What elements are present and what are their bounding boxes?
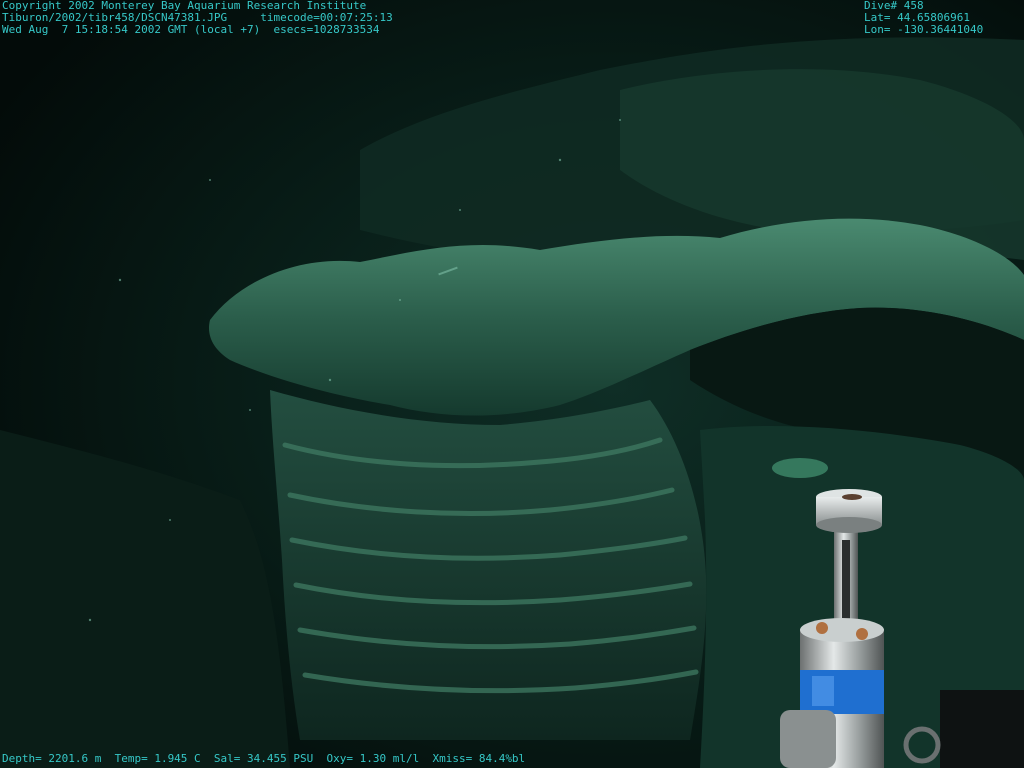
esecs-text: esecs=1028733534 xyxy=(273,23,380,36)
probe-cap-bottom xyxy=(816,517,882,533)
rov-frame-corner xyxy=(940,690,1024,768)
probe-grey-fitting xyxy=(780,710,836,768)
seafloor-scene xyxy=(0,0,1024,768)
probe-cap-hole xyxy=(842,494,862,500)
sensor-readout: Depth= 2201.6 m Temp= 1.945 C Sal= 34.45… xyxy=(2,752,526,765)
overlay-top-left: Copyright 2002 Monterey Bay Aquarium Res… xyxy=(2,0,393,36)
probe-bolt-right xyxy=(856,628,868,640)
probe-band-highlight xyxy=(812,676,834,706)
pale-sediment-patch xyxy=(772,458,828,478)
longitude-text: Lon= -130.36441040 xyxy=(864,23,984,36)
datetime-text: Wed Aug 7 15:18:54 2002 GMT (local +7) xyxy=(2,23,261,36)
layered-lava-pillar xyxy=(270,390,707,740)
probe-housing-top xyxy=(800,618,884,642)
probe-shaft-inner xyxy=(842,540,850,630)
overlay-top-right: Dive# 458 Lat= 44.65806961 Lon= -130.364… xyxy=(864,0,983,36)
rov-camera-frame: Copyright 2002 Monterey Bay Aquarium Res… xyxy=(0,0,1024,768)
probe-bolt-left xyxy=(816,622,828,634)
